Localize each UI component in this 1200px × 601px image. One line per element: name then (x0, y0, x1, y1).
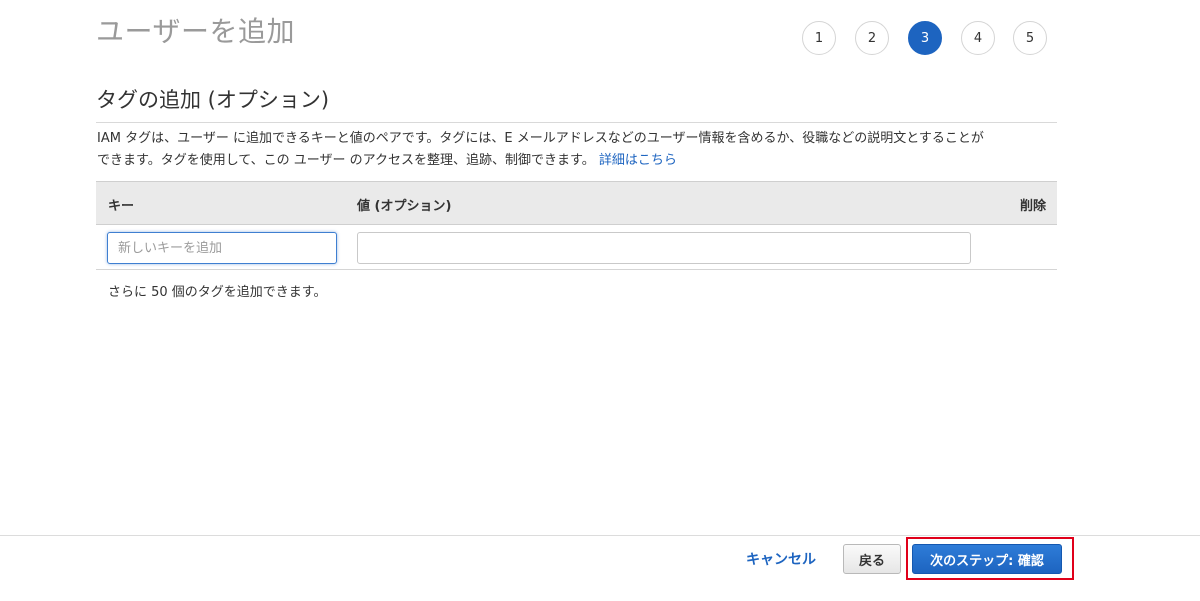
description-line-1: IAM タグは、ユーザー に追加できるキーと値のペアです。タグには、E メールア… (97, 131, 984, 146)
column-header-key: キー (108, 199, 135, 214)
tag-key-input[interactable] (107, 232, 337, 264)
step-2[interactable]: 2 (855, 21, 889, 55)
remaining-tags-text: さらに 50 個のタグを追加できます。 (108, 285, 327, 300)
section-title: タグの追加 (オプション) (96, 84, 1057, 123)
step-5[interactable]: 5 (1013, 21, 1047, 55)
learn-more-link[interactable]: 詳細はこちら (599, 153, 677, 168)
step-1[interactable]: 1 (802, 21, 836, 55)
step-3-current[interactable]: 3 (908, 21, 942, 55)
section-description: IAM タグは、ユーザー に追加できるキーと値のペアです。タグには、E メールア… (97, 128, 1057, 172)
step-4[interactable]: 4 (961, 21, 995, 55)
tags-table: キー 値 (オプション) 削除 (96, 181, 1057, 270)
table-row (96, 225, 1057, 270)
description-line-2-text: できます。タグを使用して、この ユーザー のアクセスを整理、追跡、制御できます。 (97, 153, 595, 168)
next-step-review-button[interactable]: 次のステップ: 確認 (912, 544, 1062, 574)
cancel-link[interactable]: キャンセル (746, 549, 816, 569)
footer-bar: キャンセル 戻る 次のステップ: 確認 (0, 535, 1200, 601)
step-indicator: 1 2 3 4 5 (802, 21, 1050, 57)
back-button[interactable]: 戻る (843, 544, 901, 574)
page-title: ユーザーを追加 (96, 15, 295, 48)
tag-value-input[interactable] (357, 232, 971, 264)
description-line-2: できます。タグを使用して、この ユーザー のアクセスを整理、追跡、制御できます。… (97, 150, 1057, 172)
column-header-delete: 削除 (1019, 199, 1046, 214)
column-header-value: 値 (オプション) (357, 199, 452, 214)
table-header: キー 値 (オプション) 削除 (96, 181, 1057, 225)
